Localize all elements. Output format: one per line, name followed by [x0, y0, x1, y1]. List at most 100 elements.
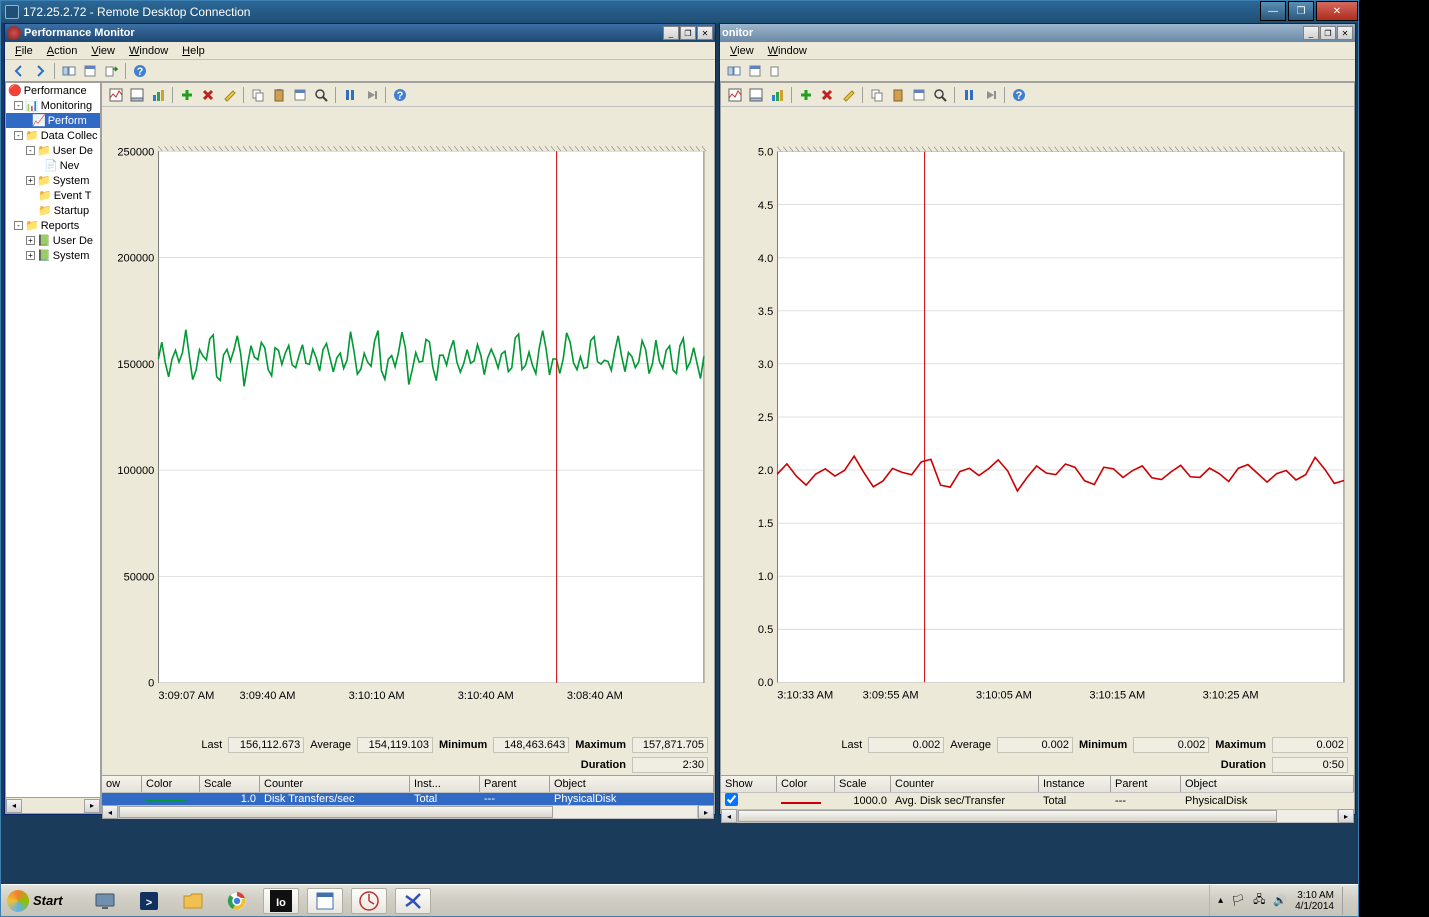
show-desktop-button[interactable]	[1342, 887, 1350, 915]
chart-a-plot[interactable]: 0500001000001500002000002500003:09:07 AM…	[102, 107, 714, 735]
col-scale[interactable]: Scale	[835, 776, 891, 792]
menu-action[interactable]: Action	[41, 44, 84, 58]
tree-monitoring[interactable]: -📊Monitoring	[6, 98, 100, 113]
counter-row[interactable]: 1.0 Disk Transfers/sec Total --- Physica…	[102, 793, 714, 805]
tree-startup[interactable]: 📁Startup	[6, 203, 100, 218]
tray-clock[interactable]: 3:10 AM 4/1/2014	[1295, 890, 1334, 912]
update-button[interactable]	[980, 85, 1000, 105]
view-current-button[interactable]	[106, 85, 126, 105]
view-log-button[interactable]	[127, 85, 147, 105]
delete-counter-button[interactable]	[817, 85, 837, 105]
col-parent[interactable]: Parent	[480, 776, 550, 792]
show-checkbox[interactable]	[725, 793, 738, 806]
flag-icon[interactable]: 🏳	[1231, 894, 1245, 907]
minimize-button[interactable]: _	[1303, 26, 1319, 40]
col-show[interactable]: Show	[721, 776, 777, 792]
col-object[interactable]: Object	[1181, 776, 1354, 792]
tree-root[interactable]: 🔴Performance	[6, 83, 100, 98]
update-button[interactable]	[361, 85, 381, 105]
show-hide-tree-button[interactable]	[724, 61, 744, 81]
grid-h-scrollbar[interactable]: ◂ ▸	[721, 809, 1354, 823]
restore-button[interactable]: ❐	[1320, 26, 1336, 40]
grid-h-scrollbar[interactable]: ◂ ▸	[102, 805, 714, 819]
export-button[interactable]	[766, 61, 786, 81]
properties-button[interactable]	[909, 85, 929, 105]
taskbar-app-visualstudio[interactable]	[395, 888, 431, 914]
help-button[interactable]: ?	[390, 85, 410, 105]
minimize-button[interactable]: —	[1260, 1, 1286, 21]
collapse-icon[interactable]: -	[14, 101, 23, 110]
perfmon-a-titlebar[interactable]: Performance Monitor _ ❐ ✕	[5, 24, 715, 42]
copy-button[interactable]	[248, 85, 268, 105]
col-parent[interactable]: Parent	[1111, 776, 1181, 792]
col-instance[interactable]: Inst...	[410, 776, 480, 792]
scroll-right-button[interactable]: ▸	[698, 805, 714, 819]
help-button[interactable]: ?	[130, 61, 150, 81]
system-tray[interactable]: ▴ 🏳 🖧 🔊 3:10 AM 4/1/2014	[1209, 885, 1358, 916]
col-show[interactable]: ow	[102, 776, 142, 792]
view-current-button[interactable]	[725, 85, 745, 105]
show-hide-tree-button[interactable]	[59, 61, 79, 81]
taskbar-app-chrome[interactable]	[219, 888, 255, 914]
counter-grid-a[interactable]: ow Color Scale Counter Inst... Parent Ob…	[102, 775, 714, 813]
freeze-button[interactable]	[340, 85, 360, 105]
counter-row[interactable]: 1000.0 Avg. Disk sec/Transfer Total --- …	[721, 793, 1354, 809]
back-button[interactable]	[9, 61, 29, 81]
properties-button[interactable]	[290, 85, 310, 105]
freeze-button[interactable]	[959, 85, 979, 105]
col-instance[interactable]: Instance	[1039, 776, 1111, 792]
tree-eventt[interactable]: 📁Event T	[6, 188, 100, 203]
add-counter-button[interactable]	[796, 85, 816, 105]
start-button[interactable]: Start	[3, 886, 73, 916]
close-button[interactable]: ✕	[1316, 1, 1358, 21]
tree-reports[interactable]: -📁Reports	[6, 218, 100, 233]
tree-userdef2[interactable]: +📗User De	[6, 233, 100, 248]
paste-button[interactable]	[888, 85, 908, 105]
taskbar-app-perfmon[interactable]	[351, 888, 387, 914]
scroll-left-button[interactable]: ◂	[102, 805, 118, 819]
tree-perfmon-item[interactable]: 📈Perform	[6, 113, 100, 128]
menu-help[interactable]: Help	[176, 44, 211, 58]
close-button[interactable]: ✕	[697, 26, 713, 40]
taskbar-app-window[interactable]	[307, 888, 343, 914]
properties-button[interactable]	[745, 61, 765, 81]
col-counter[interactable]: Counter	[260, 776, 410, 792]
taskbar-app-iometer[interactable]: Io	[263, 888, 299, 914]
taskbar-app-powershell[interactable]: >	[131, 888, 167, 914]
col-object[interactable]: Object	[550, 776, 714, 792]
expand-icon[interactable]: +	[26, 251, 35, 260]
delete-counter-button[interactable]	[198, 85, 218, 105]
scroll-right-button[interactable]: ▸	[1338, 809, 1354, 823]
menu-window[interactable]: Window	[762, 44, 813, 58]
tree-pane[interactable]: 🔴Performance -📊Monitoring 📈Perform -📁Dat…	[5, 82, 101, 814]
network-icon[interactable]: 🖧	[1253, 891, 1265, 910]
add-counter-button[interactable]	[177, 85, 197, 105]
maximize-button[interactable]: ❐	[1288, 1, 1314, 21]
restore-button[interactable]: ❐	[680, 26, 696, 40]
show-hidden-icons-button[interactable]: ▴	[1218, 895, 1223, 906]
change-type-button[interactable]	[767, 85, 787, 105]
export-button[interactable]	[101, 61, 121, 81]
close-button[interactable]: ✕	[1337, 26, 1353, 40]
tree-h-scrollbar[interactable]: ◂ ▸	[6, 797, 100, 813]
collapse-icon[interactable]: -	[14, 221, 23, 230]
tree-new[interactable]: 📄Nev	[6, 158, 100, 173]
zoom-button[interactable]	[311, 85, 331, 105]
taskbar-app-server-manager[interactable]	[87, 888, 123, 914]
col-counter[interactable]: Counter	[891, 776, 1039, 792]
tree-system1[interactable]: +📁System	[6, 173, 100, 188]
expand-icon[interactable]: +	[26, 236, 35, 245]
highlight-button[interactable]	[838, 85, 858, 105]
paste-button[interactable]	[269, 85, 289, 105]
chart-b-plot[interactable]: 0.00.51.01.52.02.53.03.54.04.55.03:10:33…	[721, 107, 1354, 735]
scroll-right-button[interactable]: ▸	[84, 799, 100, 813]
menu-window[interactable]: Window	[123, 44, 174, 58]
copy-button[interactable]	[867, 85, 887, 105]
scroll-left-button[interactable]: ◂	[721, 809, 737, 823]
col-color[interactable]: Color	[142, 776, 200, 792]
menu-view[interactable]: View	[85, 44, 121, 58]
collapse-icon[interactable]: -	[26, 146, 35, 155]
tree-system2[interactable]: +📗System	[6, 248, 100, 263]
perfmon-b-titlebar[interactable]: onitor _ ❐ ✕	[720, 24, 1355, 42]
view-log-button[interactable]	[746, 85, 766, 105]
